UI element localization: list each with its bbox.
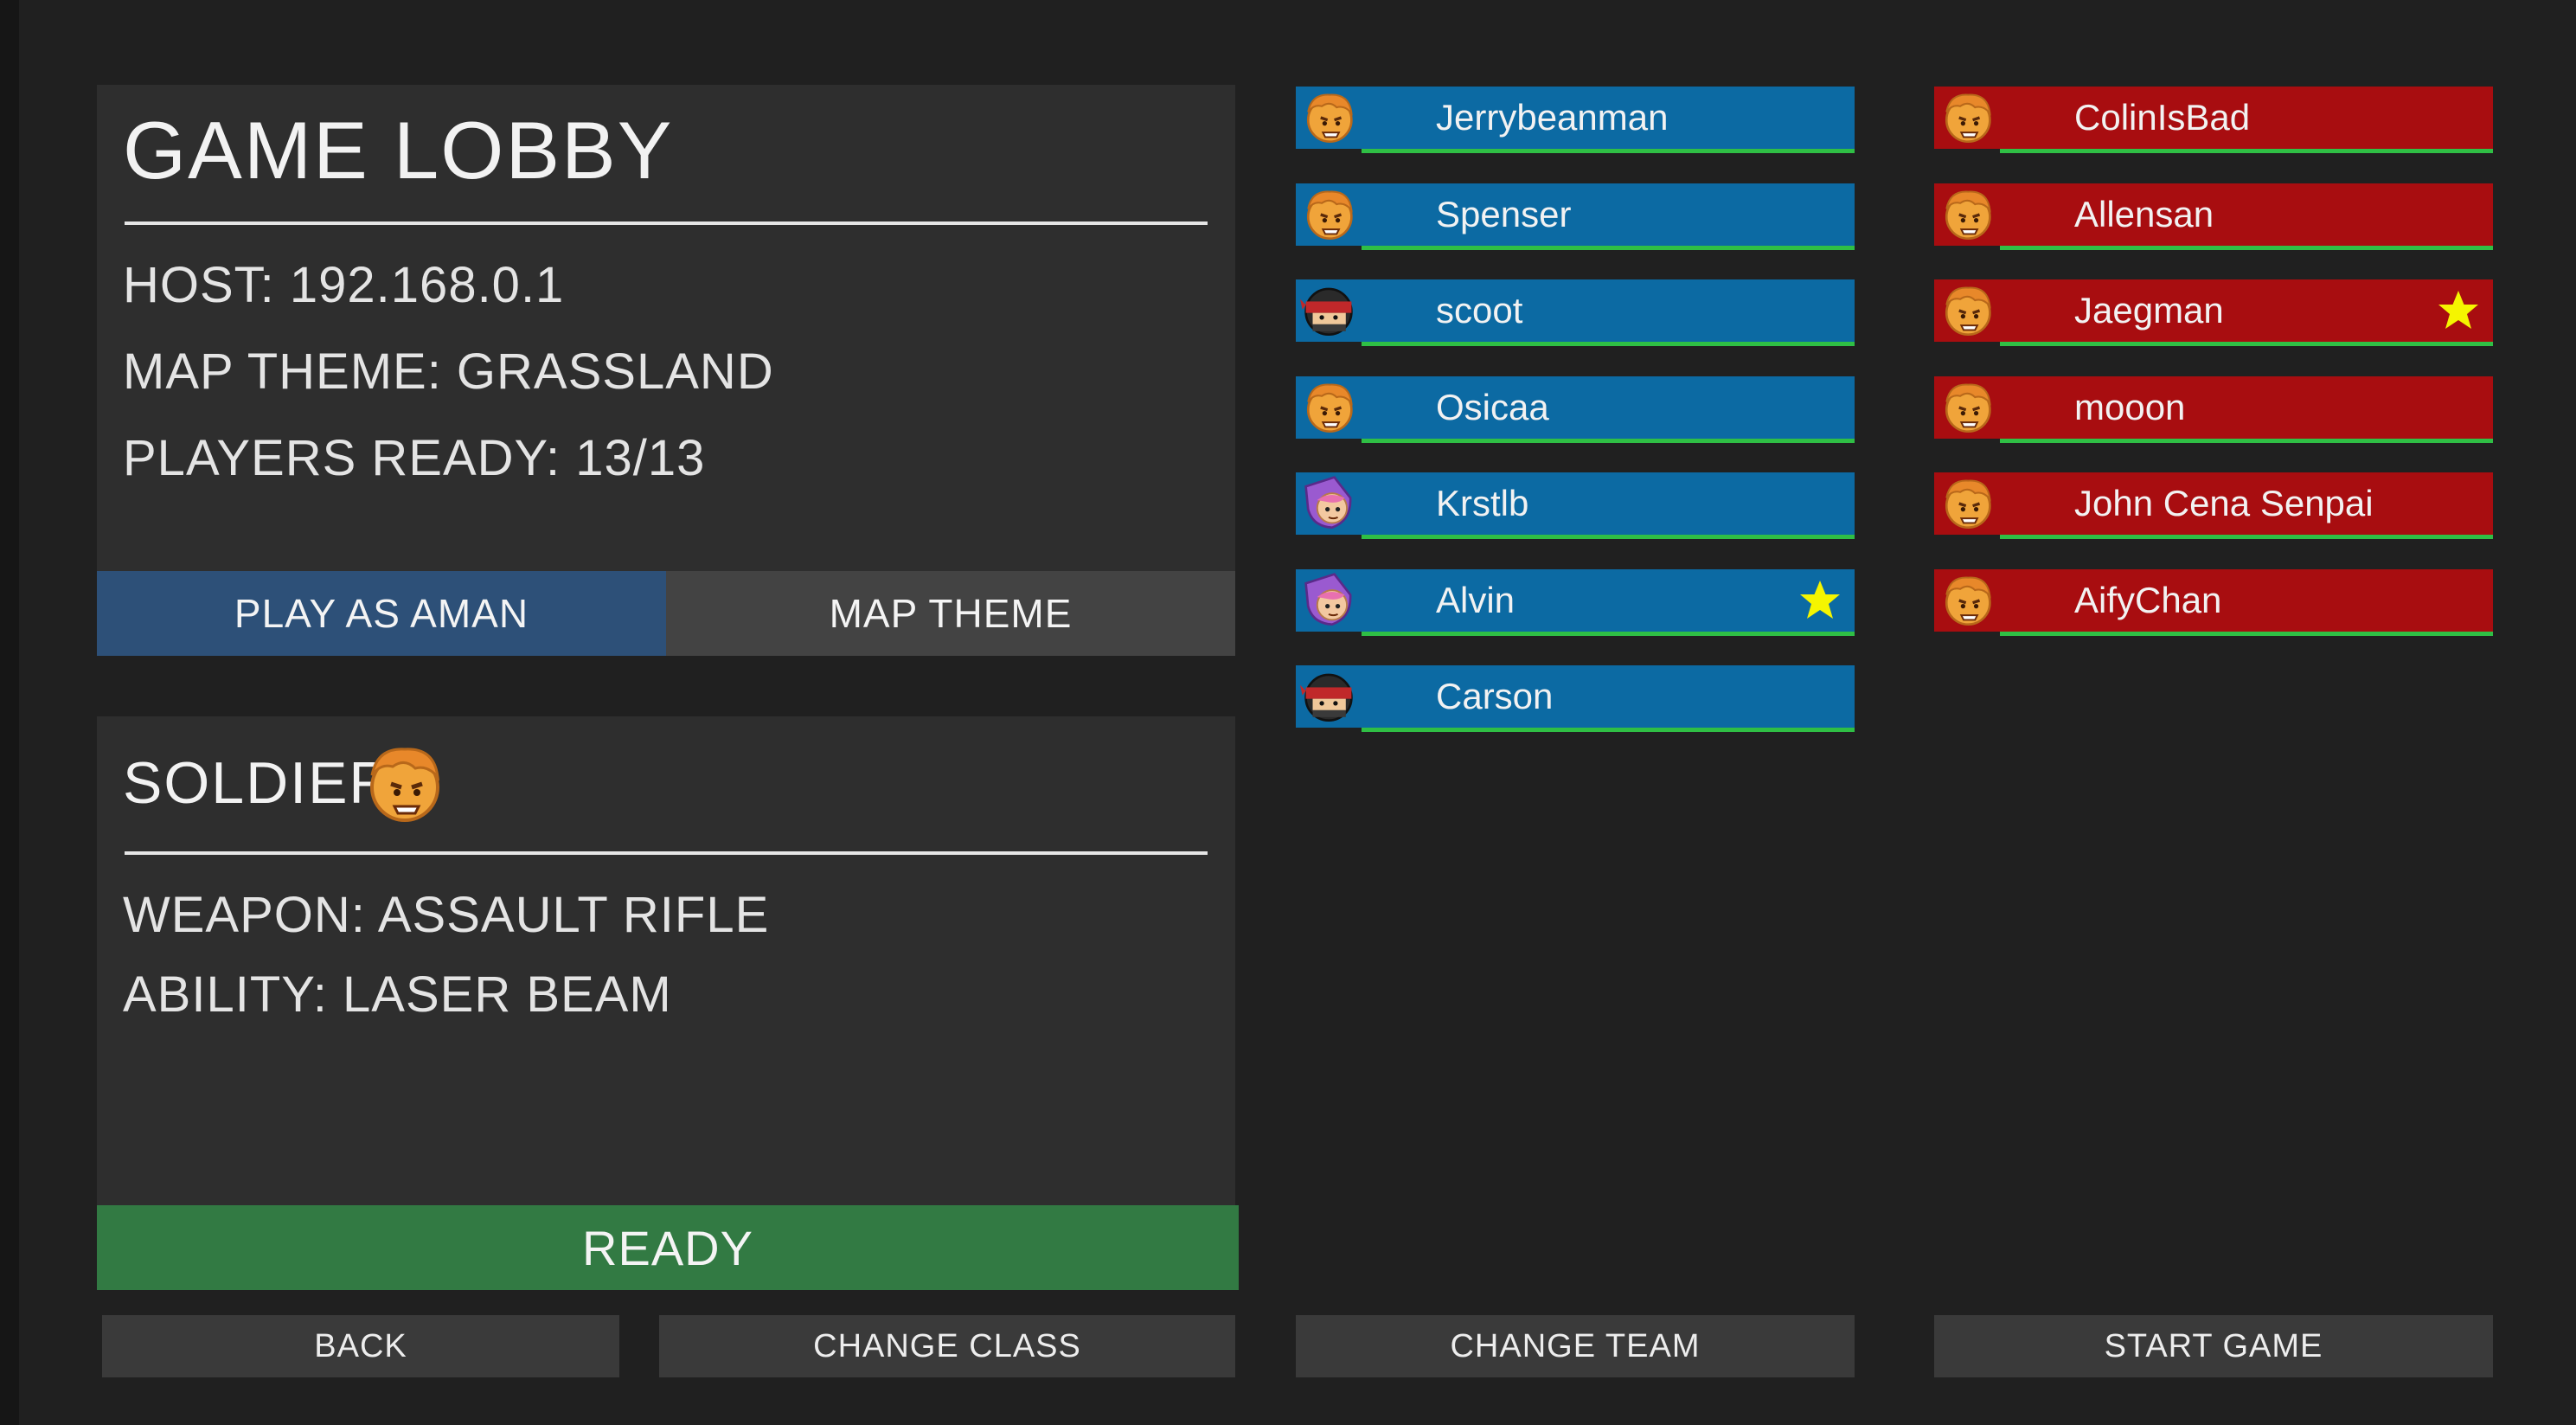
title-divider — [125, 221, 1208, 225]
start-game-button[interactable]: START GAME — [1934, 1315, 2493, 1377]
player-slot[interactable]: John Cena Senpai — [1934, 472, 2493, 539]
player-slot[interactable]: Allensan — [1934, 183, 2493, 250]
player-name: Carson — [1436, 676, 1554, 716]
soldier-avatar-icon — [1934, 569, 2000, 632]
player-slot-background — [1296, 183, 1855, 246]
player-slot[interactable]: Spenser — [1296, 183, 1855, 250]
mage-avatar-icon — [1296, 472, 1362, 535]
health-bar — [1362, 728, 1855, 732]
player-name: Osicaa — [1436, 386, 1549, 427]
player-slot[interactable]: Alvin — [1296, 568, 1855, 636]
window-edge — [0, 0, 19, 1425]
health-bar — [2000, 438, 2493, 443]
player-slot-background — [1296, 376, 1855, 439]
soldier-avatar-icon — [1934, 472, 2000, 535]
player-slot[interactable]: Jaegman — [1934, 279, 2493, 346]
soldier-face-icon — [360, 741, 446, 827]
player-slot-background — [1934, 376, 2493, 439]
player-name: Spenser — [1436, 193, 1572, 234]
map-theme-button[interactable]: MAP THEME — [666, 571, 1235, 656]
soldier-avatar-icon — [1296, 87, 1362, 149]
player-slot[interactable]: mooon — [1934, 376, 2493, 443]
host-address: HOST: 192.168.0.1 — [123, 257, 565, 313]
player-slot[interactable]: Krstlb — [1296, 472, 1855, 539]
player-name: scoot — [1436, 290, 1523, 331]
class-title: SOLDIER — [123, 750, 394, 816]
ninja-avatar-icon — [1296, 665, 1362, 728]
soldier-avatar-icon — [1934, 376, 2000, 439]
soldier-avatar-icon — [1934, 183, 2000, 246]
player-slot[interactable]: scoot — [1296, 279, 1855, 346]
change-class-button[interactable]: CHANGE CLASS — [659, 1315, 1235, 1377]
play-as-button[interactable]: PLAY AS AMAN — [97, 571, 666, 656]
page-title: GAME LOBBY — [123, 105, 674, 196]
players-ready-count: PLAYERS READY: 13/13 — [123, 430, 706, 486]
player-slot[interactable]: Osicaa — [1296, 376, 1855, 443]
player-slot-background — [1296, 665, 1855, 728]
health-bar — [1362, 245, 1855, 250]
player-slot[interactable]: Carson — [1296, 665, 1855, 732]
map-theme-info: MAP THEME: GRASSLAND — [123, 343, 774, 400]
health-bar — [2000, 149, 2493, 153]
health-bar — [2000, 535, 2493, 539]
mage-avatar-icon — [1296, 569, 1362, 632]
class-divider — [125, 851, 1208, 855]
player-name: Jerrybeanman — [1436, 97, 1669, 138]
soldier-avatar-icon — [1296, 376, 1362, 439]
soldier-avatar-icon — [1934, 87, 2000, 149]
back-button[interactable]: BACK — [102, 1315, 619, 1377]
change-team-button[interactable]: CHANGE TEAM — [1296, 1315, 1855, 1377]
player-slot[interactable]: Jerrybeanman — [1296, 87, 1855, 153]
game-lobby-screen: GAME LOBBY HOST: 192.168.0.1 MAP THEME: … — [0, 0, 2576, 1425]
ability-info: ABILITY: LASER BEAM — [123, 966, 672, 1023]
soldier-avatar-icon — [1296, 183, 1362, 246]
health-bar — [2000, 342, 2493, 346]
player-name: AifyChan — [2074, 579, 2222, 620]
player-name: John Cena Senpai — [2074, 483, 2374, 523]
player-name: mooon — [2074, 386, 2186, 427]
player-name: Alvin — [1436, 579, 1515, 620]
health-bar — [1362, 342, 1855, 346]
player-name: Krstlb — [1436, 483, 1529, 523]
star-icon — [1797, 578, 1842, 623]
player-slot-background — [1296, 568, 1855, 632]
health-bar — [1362, 631, 1855, 636]
player-name: Allensan — [2074, 193, 2214, 234]
health-bar — [1362, 535, 1855, 539]
health-bar — [1362, 438, 1855, 443]
player-slot-background — [1296, 279, 1855, 342]
health-bar — [2000, 631, 2493, 636]
player-name: Jaegman — [2074, 290, 2224, 331]
weapon-info: WEAPON: ASSAULT RIFLE — [123, 887, 770, 943]
ninja-avatar-icon — [1296, 279, 1362, 342]
player-name: ColinIsBad — [2074, 97, 2251, 138]
soldier-avatar-icon — [1934, 279, 2000, 342]
health-bar — [1362, 149, 1855, 153]
player-slot[interactable]: AifyChan — [1934, 568, 2493, 636]
player-slot[interactable]: ColinIsBad — [1934, 87, 2493, 153]
health-bar — [2000, 245, 2493, 250]
player-slot-background — [1296, 472, 1855, 535]
star-icon — [2436, 288, 2481, 333]
ready-button[interactable]: READY — [97, 1205, 1239, 1290]
